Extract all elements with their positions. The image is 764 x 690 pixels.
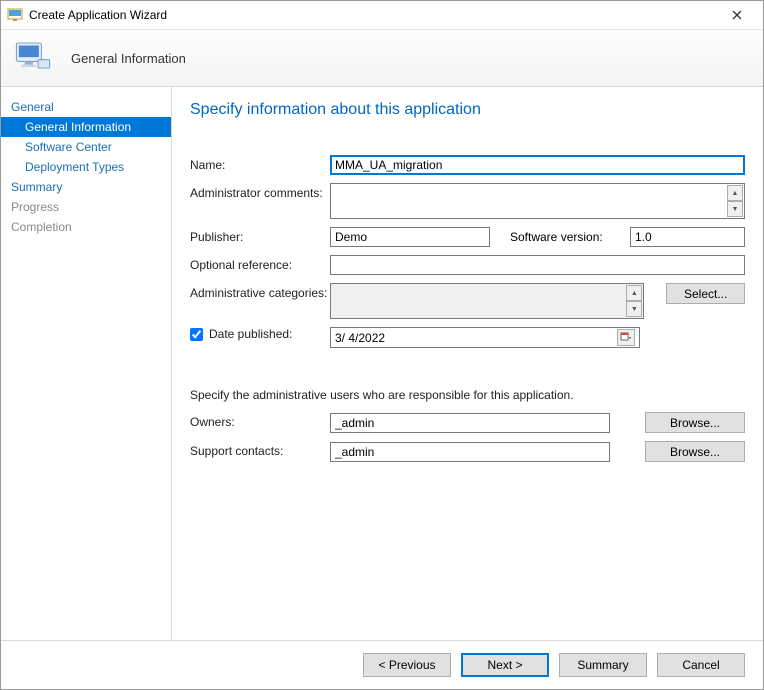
nav-item-software-center[interactable]: Software Center xyxy=(1,137,171,157)
window-title: Create Application Wizard xyxy=(29,8,717,22)
scroll-down-icon[interactable]: ▼ xyxy=(727,201,743,217)
nav-group-summary[interactable]: Summary xyxy=(1,177,171,197)
form-area: Name: Administrator comments: ▲ ▼ xyxy=(190,155,745,628)
label-name: Name: xyxy=(190,155,330,172)
wizard-footer: < Previous Next > Summary Cancel xyxy=(1,640,763,689)
close-button[interactable] xyxy=(717,1,757,29)
comments-scroll[interactable]: ▲ ▼ xyxy=(727,185,743,217)
label-admin-categories: Administrative categories: xyxy=(190,283,330,300)
label-publisher: Publisher: xyxy=(190,227,330,244)
select-categories-button[interactable]: Select... xyxy=(666,283,745,304)
label-owners: Owners: xyxy=(190,412,330,429)
subheading-admin-users: Specify the administrative users who are… xyxy=(190,388,745,402)
owners-input[interactable] xyxy=(330,413,610,433)
nav-item-general-information[interactable]: General Information xyxy=(1,117,171,137)
admin-categories-box[interactable]: ▲ ▼ xyxy=(330,283,644,319)
date-published-check-input[interactable] xyxy=(190,328,203,341)
summary-button[interactable]: Summary xyxy=(559,653,647,677)
app-icon xyxy=(7,7,23,23)
date-published-value: 3/ 4/2022 xyxy=(335,331,385,345)
nav-item-deployment-types[interactable]: Deployment Types xyxy=(1,157,171,177)
label-support-contacts: Support contacts: xyxy=(190,441,330,458)
date-published-checkbox[interactable]: Date published: xyxy=(190,327,292,341)
label-date-published: Date published: xyxy=(209,327,292,341)
scroll-up-icon[interactable]: ▲ xyxy=(727,185,743,201)
computer-icon xyxy=(13,38,53,78)
label-software-version: Software version: xyxy=(500,230,620,244)
label-optional-reference: Optional reference: xyxy=(190,255,330,272)
banner-title: General Information xyxy=(71,51,186,66)
content-pane: Specify information about this applicati… xyxy=(171,87,763,640)
body: General General Information Software Cen… xyxy=(1,87,763,640)
browse-support-button[interactable]: Browse... xyxy=(645,441,745,462)
publisher-input[interactable] xyxy=(330,227,490,247)
wizard-window: Create Application Wizard General Inform… xyxy=(0,0,764,690)
software-version-input[interactable] xyxy=(630,227,745,247)
cancel-button[interactable]: Cancel xyxy=(657,653,745,677)
optional-reference-input[interactable] xyxy=(330,255,745,275)
page-heading: Specify information about this applicati… xyxy=(190,101,745,119)
banner: General Information xyxy=(1,30,763,87)
close-icon xyxy=(732,10,742,20)
previous-button[interactable]: < Previous xyxy=(363,653,451,677)
nav-group-general[interactable]: General xyxy=(1,97,171,117)
name-input[interactable] xyxy=(330,155,745,175)
next-button[interactable]: Next > xyxy=(461,653,549,677)
date-dropdown-button[interactable] xyxy=(617,329,635,346)
nav-group-completion: Completion xyxy=(1,217,171,237)
nav-tree: General General Information Software Cen… xyxy=(1,87,171,640)
date-published-picker[interactable]: 3/ 4/2022 xyxy=(330,327,640,348)
titlebar: Create Application Wizard xyxy=(1,1,763,30)
scroll-down-icon[interactable]: ▼ xyxy=(626,301,642,317)
scroll-up-icon[interactable]: ▲ xyxy=(626,285,642,301)
support-contacts-input[interactable] xyxy=(330,442,610,462)
nav-group-progress: Progress xyxy=(1,197,171,217)
label-admin-comments: Administrator comments: xyxy=(190,183,330,200)
categories-scroll[interactable]: ▲ ▼ xyxy=(626,285,642,317)
browse-owners-button[interactable]: Browse... xyxy=(645,412,745,433)
calendar-dropdown-icon xyxy=(620,332,632,344)
admin-comments-input[interactable]: ▲ ▼ xyxy=(330,183,745,219)
